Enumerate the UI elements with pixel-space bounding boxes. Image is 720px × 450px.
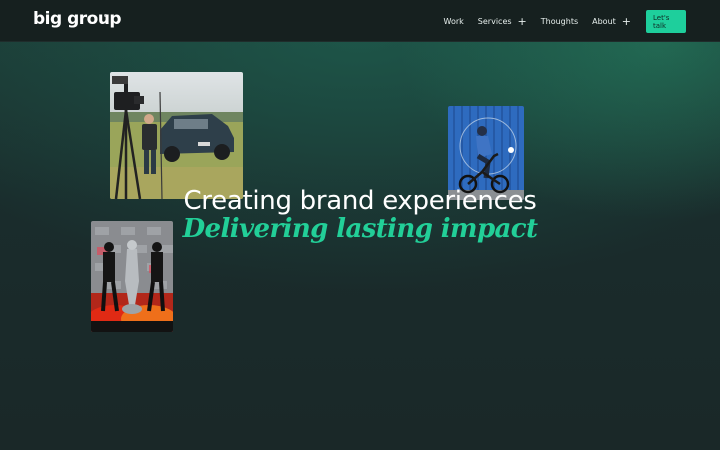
brand-logo[interactable]: big group bbox=[33, 9, 122, 29]
lets-talk-button[interactable]: Let's talk bbox=[646, 10, 686, 33]
plus-icon[interactable]: + bbox=[622, 16, 631, 27]
nav-item-label: About bbox=[592, 17, 616, 26]
nav-item-services[interactable]: Services + bbox=[477, 16, 527, 27]
plus-icon[interactable]: + bbox=[518, 16, 527, 27]
hero-title: Creating brand experiences bbox=[183, 186, 537, 216]
film-crew-car-photo bbox=[110, 72, 243, 199]
nav-item-work[interactable]: Work bbox=[444, 17, 464, 26]
nav-menu: Work Services + Thoughts About + Let's t… bbox=[430, 10, 686, 33]
hero-subtitle: Delivering lasting impact bbox=[182, 214, 538, 244]
nav-item-label: Work bbox=[443, 17, 464, 26]
nav-item-label: Services bbox=[477, 17, 512, 26]
top-navigation: big group Work Services + Thoughts About… bbox=[0, 0, 720, 42]
nav-item-about[interactable]: About + bbox=[592, 16, 631, 27]
logo-trademark-dot bbox=[104, 14, 107, 17]
nav-item-label: Thoughts bbox=[540, 17, 579, 26]
nav-item-thoughts[interactable]: Thoughts bbox=[541, 17, 578, 26]
